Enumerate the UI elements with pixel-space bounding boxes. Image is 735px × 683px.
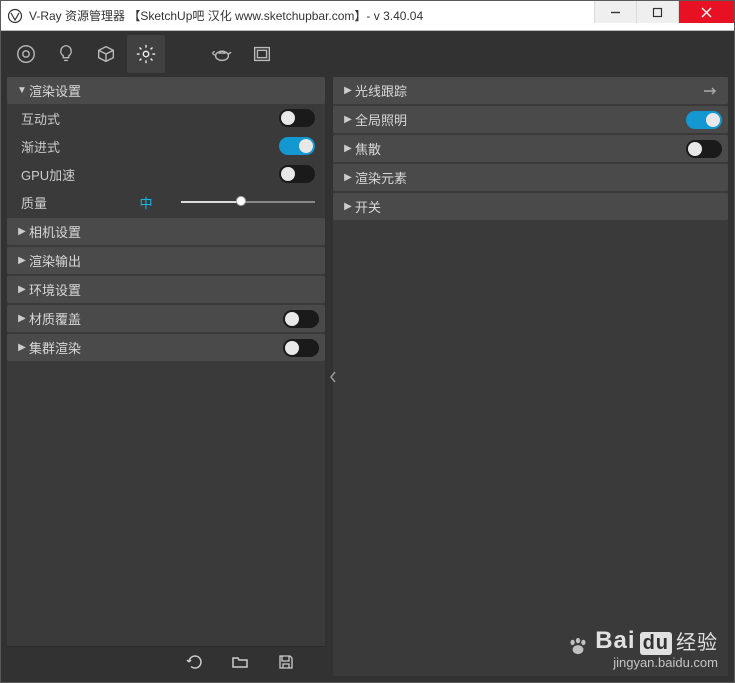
interactive-toggle[interactable] bbox=[279, 109, 315, 127]
section-render-settings[interactable]: ▼ 渲染设置 bbox=[7, 77, 325, 104]
section-label: 焦散 bbox=[355, 139, 381, 158]
quality-value: 中 bbox=[121, 193, 171, 212]
section-output[interactable]: ▶ 渲染输出 bbox=[7, 247, 325, 274]
chevron-right-icon: ▶ bbox=[341, 85, 355, 96]
section-caustics[interactable]: ▶ 焦散 bbox=[333, 135, 728, 162]
close-button[interactable] bbox=[678, 1, 734, 23]
render-teapot-icon[interactable] bbox=[203, 35, 241, 73]
left-panel: ▼ 渲染设置 互动式 渐进式 GPU加速 bbox=[7, 77, 325, 676]
open-folder-icon[interactable] bbox=[231, 653, 249, 671]
material-override-toggle[interactable] bbox=[283, 310, 319, 328]
section-gi[interactable]: ▶ 全局照明 bbox=[333, 106, 728, 133]
chevron-right-icon: ▶ bbox=[15, 284, 29, 295]
section-label: 环境设置 bbox=[29, 280, 81, 299]
quality-slider[interactable] bbox=[181, 193, 315, 211]
swarm-toggle[interactable] bbox=[283, 339, 319, 357]
caustics-toggle[interactable] bbox=[686, 140, 722, 158]
section-label: 相机设置 bbox=[29, 222, 81, 241]
row-interactive: 互动式 bbox=[7, 104, 325, 132]
frame-buffer-icon[interactable] bbox=[243, 35, 281, 73]
row-quality: 质量 中 bbox=[7, 188, 325, 216]
window-title: V-Ray 资源管理器 【SketchUp吧 汉化 www.sketchupba… bbox=[29, 1, 594, 31]
section-label: 光线跟踪 bbox=[355, 81, 407, 100]
chevron-down-icon: ▼ bbox=[15, 85, 29, 96]
chevron-right-icon: ▶ bbox=[15, 313, 29, 324]
chevron-right-icon: ▶ bbox=[341, 114, 355, 125]
section-label: 开关 bbox=[355, 197, 381, 216]
chevron-right-icon: ▶ bbox=[341, 143, 355, 154]
row-progressive: 渐进式 bbox=[7, 132, 325, 160]
expand-icon[interactable] bbox=[702, 82, 720, 100]
section-swarm[interactable]: ▶ 集群渲染 bbox=[7, 334, 325, 361]
vray-logo-icon bbox=[7, 8, 23, 24]
gi-toggle[interactable] bbox=[686, 111, 722, 129]
row-gpu: GPU加速 bbox=[7, 160, 325, 188]
chevron-right-icon: ▶ bbox=[15, 226, 29, 237]
chevron-right-icon: ▶ bbox=[15, 255, 29, 266]
section-label: 渲染设置 bbox=[29, 81, 81, 100]
row-label: 渐进式 bbox=[21, 137, 141, 156]
section-label: 渲染元素 bbox=[355, 168, 407, 187]
row-label: GPU加速 bbox=[21, 165, 141, 184]
section-raytrace[interactable]: ▶ 光线跟踪 bbox=[333, 77, 728, 104]
section-material-override[interactable]: ▶ 材质覆盖 bbox=[7, 305, 325, 332]
window-controls bbox=[594, 1, 734, 23]
section-camera[interactable]: ▶ 相机设置 bbox=[7, 218, 325, 245]
geometry-tab-icon[interactable] bbox=[87, 35, 125, 73]
progressive-toggle[interactable] bbox=[279, 137, 315, 155]
titlebar: V-Ray 资源管理器 【SketchUp吧 汉化 www.sketchupba… bbox=[1, 1, 734, 31]
minimize-button[interactable] bbox=[594, 1, 636, 23]
chevron-right-icon: ▶ bbox=[341, 201, 355, 212]
left-bottom-bar bbox=[7, 646, 325, 676]
save-icon[interactable] bbox=[277, 653, 295, 671]
chevron-right-icon: ▶ bbox=[341, 172, 355, 183]
gpu-toggle[interactable] bbox=[279, 165, 315, 183]
section-environment[interactable]: ▶ 环境设置 bbox=[7, 276, 325, 303]
lights-tab-icon[interactable] bbox=[47, 35, 85, 73]
section-label: 渲染输出 bbox=[29, 251, 81, 270]
undo-icon[interactable] bbox=[185, 653, 203, 671]
main-toolbar bbox=[1, 31, 734, 77]
chevron-right-icon: ▶ bbox=[15, 342, 29, 353]
maximize-button[interactable] bbox=[636, 1, 678, 23]
section-elements[interactable]: ▶ 渲染元素 bbox=[333, 164, 728, 191]
section-switches[interactable]: ▶ 开关 bbox=[333, 193, 728, 220]
right-panel: ▶ 光线跟踪 ▶ 全局照明 ▶ 焦散 bbox=[333, 77, 728, 676]
section-label: 集群渲染 bbox=[29, 338, 81, 357]
panel-splitter-icon[interactable] bbox=[325, 365, 341, 389]
section-label: 材质覆盖 bbox=[29, 309, 81, 328]
row-label: 质量 bbox=[21, 193, 121, 212]
section-label: 全局照明 bbox=[355, 110, 407, 129]
content-area: ▼ 渲染设置 互动式 渐进式 GPU加速 bbox=[1, 31, 734, 682]
materials-tab-icon[interactable] bbox=[7, 35, 45, 73]
row-label: 互动式 bbox=[21, 109, 141, 128]
app-window: V-Ray 资源管理器 【SketchUp吧 汉化 www.sketchupba… bbox=[0, 0, 735, 683]
settings-tab-icon[interactable] bbox=[127, 35, 165, 73]
panels-container: ▼ 渲染设置 互动式 渐进式 GPU加速 bbox=[7, 77, 728, 676]
